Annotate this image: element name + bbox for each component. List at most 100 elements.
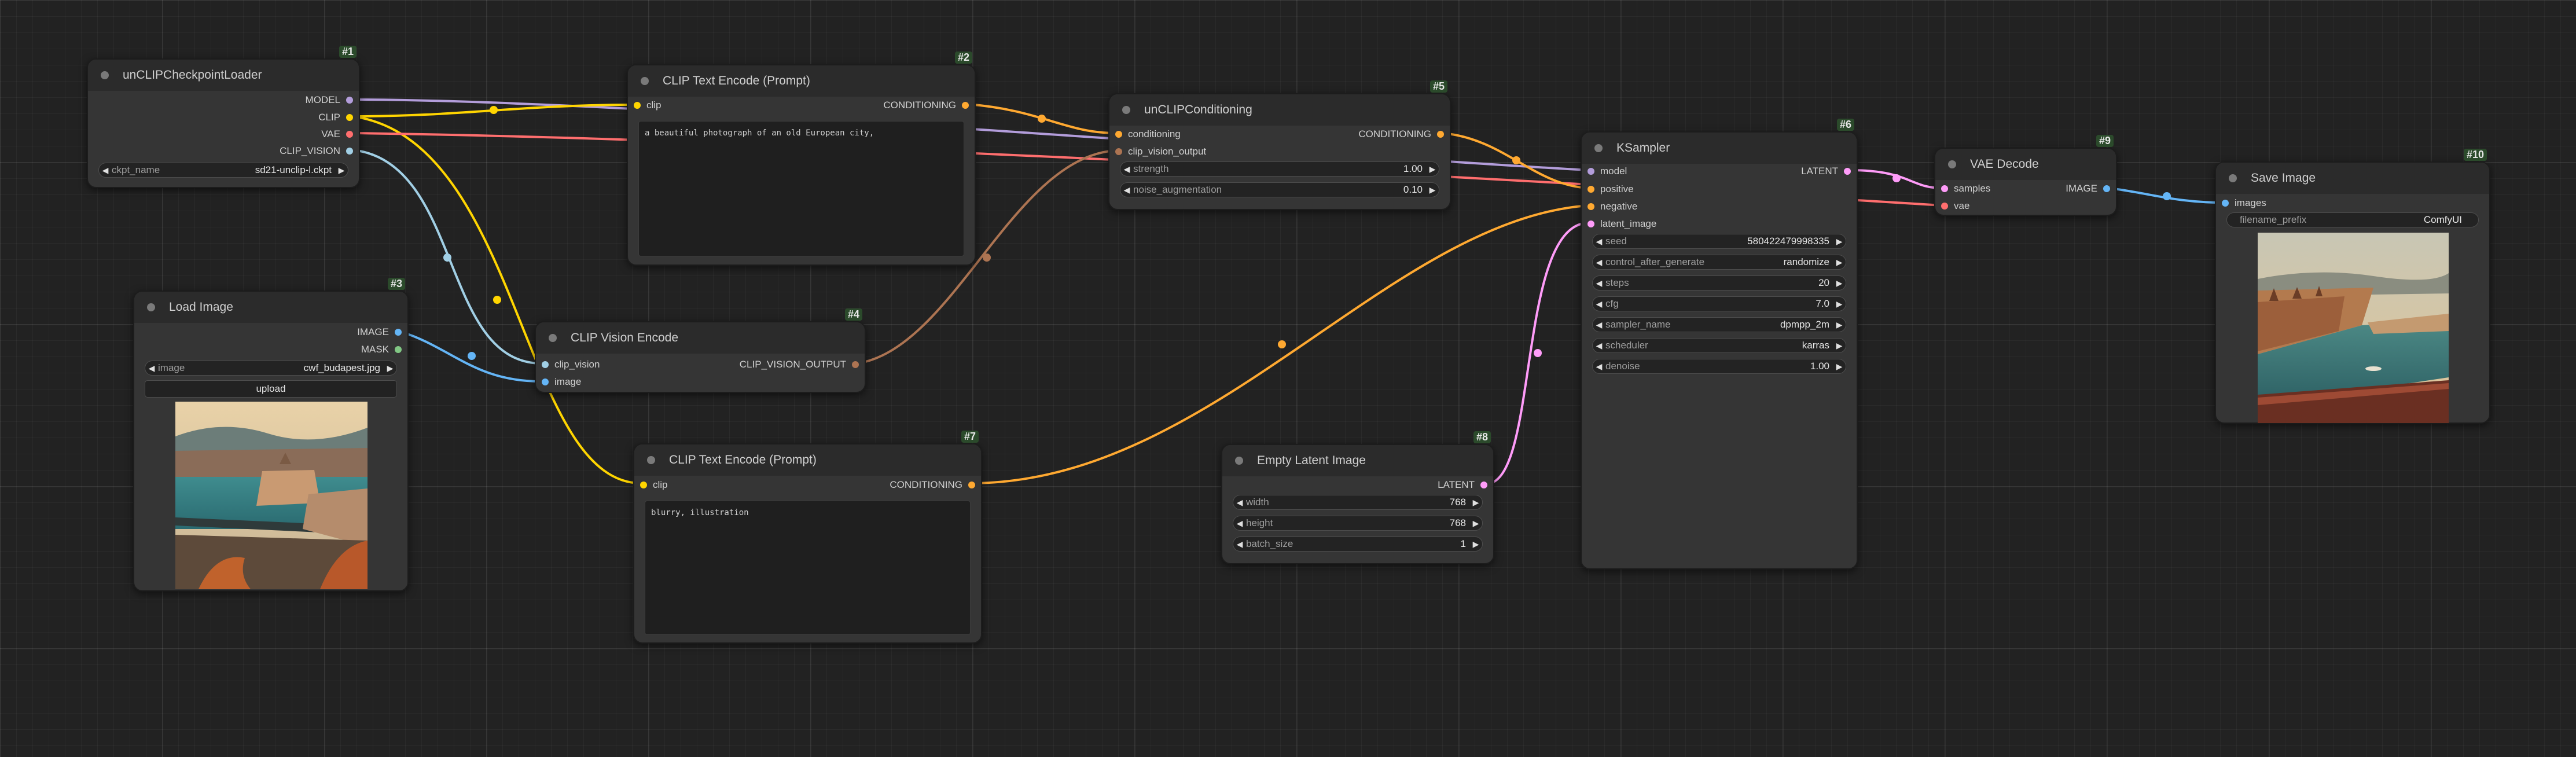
slot-dot-icon[interactable] bbox=[1480, 482, 1487, 488]
slot-dot-icon[interactable] bbox=[852, 361, 859, 368]
node-clip-vision-encode[interactable]: #4 CLIP Vision Encode clip_vision image … bbox=[535, 308, 866, 393]
node-header[interactable]: unCLIPCheckpointLoader bbox=[88, 60, 359, 91]
collapse-dot-icon[interactable] bbox=[549, 334, 557, 342]
arrow-right-icon[interactable]: ▶ bbox=[1833, 341, 1846, 351]
input-samples[interactable]: samples bbox=[1941, 183, 1990, 194]
slot-dot-icon[interactable] bbox=[542, 378, 549, 385]
slot-dot-icon[interactable] bbox=[346, 114, 353, 121]
arrow-right-icon[interactable]: ▶ bbox=[1469, 498, 1482, 508]
output-clip-vision[interactable]: CLIP_VISION bbox=[280, 145, 353, 157]
output-image[interactable]: IMAGE bbox=[357, 326, 402, 338]
arrow-left-icon[interactable]: ◀ bbox=[1593, 320, 1605, 330]
slot-dot-icon[interactable] bbox=[1588, 203, 1594, 210]
output-clip-vision-output[interactable]: CLIP_VISION_OUTPUT bbox=[740, 359, 859, 370]
node-vae-decode[interactable]: #9 VAE Decode samples vae IMAGE bbox=[1934, 135, 2117, 216]
input-images[interactable]: images bbox=[2222, 197, 2266, 209]
output-model[interactable]: MODEL bbox=[306, 94, 353, 106]
node-unclip-checkpoint-loader[interactable]: #1 unCLIPCheckpointLoader MODEL CLIP VAE… bbox=[87, 46, 360, 188]
arrow-right-icon[interactable]: ▶ bbox=[1833, 299, 1846, 309]
slot-dot-icon[interactable] bbox=[1115, 148, 1122, 155]
slot-dot-icon[interactable] bbox=[968, 482, 975, 488]
collapse-dot-icon[interactable] bbox=[147, 303, 155, 311]
node-header[interactable]: KSampler bbox=[1582, 133, 1857, 164]
input-clip-vision-output[interactable]: clip_vision_output bbox=[1115, 146, 1206, 157]
arrow-left-icon[interactable]: ◀ bbox=[1593, 278, 1605, 288]
arrow-right-icon[interactable]: ▶ bbox=[384, 363, 396, 373]
output-vae[interactable]: VAE bbox=[321, 128, 353, 140]
widget-batch-size[interactable]: ◀ batch_size 1 ▶ bbox=[1233, 536, 1483, 552]
widget-cfg[interactable]: ◀ cfg 7.0 ▶ bbox=[1592, 296, 1846, 311]
input-clip-vision[interactable]: clip_vision bbox=[542, 359, 600, 370]
collapse-dot-icon[interactable] bbox=[1122, 106, 1130, 114]
widget-scheduler[interactable]: ◀ scheduler karras ▶ bbox=[1592, 338, 1846, 353]
output-conditioning[interactable]: CONDITIONING bbox=[890, 479, 975, 491]
node-header[interactable]: Load Image bbox=[134, 292, 407, 323]
arrow-left-icon[interactable]: ◀ bbox=[1120, 185, 1133, 195]
arrow-left-icon[interactable]: ◀ bbox=[145, 363, 158, 373]
output-conditioning[interactable]: CONDITIONING bbox=[883, 100, 969, 111]
input-model[interactable]: model bbox=[1588, 166, 1627, 177]
slot-dot-icon[interactable] bbox=[2103, 185, 2110, 192]
widget-sampler-name[interactable]: ◀ sampler_name dpmpp_2m ▶ bbox=[1592, 317, 1846, 332]
widget-steps[interactable]: ◀ steps 20 ▶ bbox=[1592, 275, 1846, 291]
collapse-dot-icon[interactable] bbox=[1235, 457, 1243, 465]
output-conditioning[interactable]: CONDITIONING bbox=[1358, 128, 1444, 140]
arrow-right-icon[interactable]: ▶ bbox=[1426, 185, 1439, 195]
node-header[interactable]: Save Image bbox=[2216, 163, 2489, 194]
slot-dot-icon[interactable] bbox=[1588, 221, 1594, 227]
arrow-right-icon[interactable]: ▶ bbox=[1833, 237, 1846, 247]
arrow-right-icon[interactable]: ▶ bbox=[1426, 164, 1439, 174]
node-empty-latent-image[interactable]: #8 Empty Latent Image LATENT ◀ width 768 ▶ … bbox=[1221, 431, 1494, 564]
slot-dot-icon[interactable] bbox=[346, 131, 353, 138]
collapse-dot-icon[interactable] bbox=[101, 71, 109, 79]
node-header[interactable]: CLIP Text Encode (Prompt) bbox=[634, 444, 981, 476]
widget-filename-prefix[interactable]: filename_prefix ComfyUI bbox=[2226, 212, 2479, 227]
slot-dot-icon[interactable] bbox=[395, 346, 402, 353]
slot-dot-icon[interactable] bbox=[634, 102, 641, 109]
output-mask[interactable]: MASK bbox=[361, 344, 402, 355]
widget-width[interactable]: ◀ width 768 ▶ bbox=[1233, 495, 1483, 510]
output-image[interactable]: IMAGE bbox=[2066, 183, 2110, 194]
slot-dot-icon[interactable] bbox=[1941, 185, 1948, 192]
upload-button[interactable]: upload bbox=[145, 380, 397, 398]
arrow-right-icon[interactable]: ▶ bbox=[1833, 278, 1846, 288]
arrow-left-icon[interactable]: ◀ bbox=[1593, 341, 1605, 351]
collapse-dot-icon[interactable] bbox=[641, 77, 649, 85]
slot-dot-icon[interactable] bbox=[542, 361, 549, 368]
collapse-dot-icon[interactable] bbox=[2229, 174, 2237, 182]
arrow-left-icon[interactable]: ◀ bbox=[1120, 164, 1133, 174]
widget-strength[interactable]: ◀ strength 1.00 ▶ bbox=[1120, 161, 1439, 177]
input-negative[interactable]: negative bbox=[1588, 201, 1637, 212]
slot-dot-icon[interactable] bbox=[346, 148, 353, 155]
widget-height[interactable]: ◀ height 768 ▶ bbox=[1233, 516, 1483, 531]
arrow-right-icon[interactable]: ▶ bbox=[1833, 362, 1846, 372]
output-latent[interactable]: LATENT bbox=[1801, 166, 1851, 177]
arrow-right-icon[interactable]: ▶ bbox=[1469, 539, 1482, 549]
widget-image-select[interactable]: ◀ image cwf_budapest.jpg ▶ bbox=[145, 361, 397, 376]
widget-control-after-generate[interactable]: ◀ control_after_generate randomize ▶ bbox=[1592, 255, 1846, 270]
arrow-right-icon[interactable]: ▶ bbox=[335, 166, 348, 175]
slot-dot-icon[interactable] bbox=[640, 482, 647, 488]
slot-dot-icon[interactable] bbox=[1941, 203, 1948, 210]
input-conditioning[interactable]: conditioning bbox=[1115, 128, 1181, 140]
node-header[interactable]: VAE Decode bbox=[1935, 149, 2116, 180]
collapse-dot-icon[interactable] bbox=[647, 456, 655, 464]
arrow-left-icon[interactable]: ◀ bbox=[1233, 519, 1246, 528]
arrow-right-icon[interactable]: ▶ bbox=[1833, 258, 1846, 267]
arrow-right-icon[interactable]: ▶ bbox=[1469, 519, 1482, 528]
slot-dot-icon[interactable] bbox=[2222, 200, 2229, 207]
slot-dot-icon[interactable] bbox=[1588, 186, 1594, 193]
slot-dot-icon[interactable] bbox=[1437, 131, 1444, 138]
node-clip-text-encode-positive[interactable]: #2 CLIP Text Encode (Prompt) clip CONDIT… bbox=[627, 52, 976, 266]
slot-dot-icon[interactable] bbox=[1844, 168, 1851, 175]
input-clip[interactable]: clip bbox=[634, 100, 662, 111]
arrow-left-icon[interactable]: ◀ bbox=[1593, 237, 1605, 247]
output-latent[interactable]: LATENT bbox=[1438, 479, 1487, 491]
node-load-image[interactable]: #3 Load Image IMAGE MASK ◀ image cwf_bud… bbox=[133, 278, 409, 591]
node-header[interactable]: Empty Latent Image bbox=[1222, 445, 1493, 476]
collapse-dot-icon[interactable] bbox=[1594, 144, 1603, 152]
widget-seed[interactable]: ◀ seed 580422479998335 ▶ bbox=[1592, 234, 1846, 249]
arrow-left-icon[interactable]: ◀ bbox=[99, 166, 112, 175]
widget-denoise[interactable]: ◀ denoise 1.00 ▶ bbox=[1592, 359, 1846, 374]
node-ksampler[interactable]: #6 KSampler model positive negative late… bbox=[1581, 119, 1858, 569]
